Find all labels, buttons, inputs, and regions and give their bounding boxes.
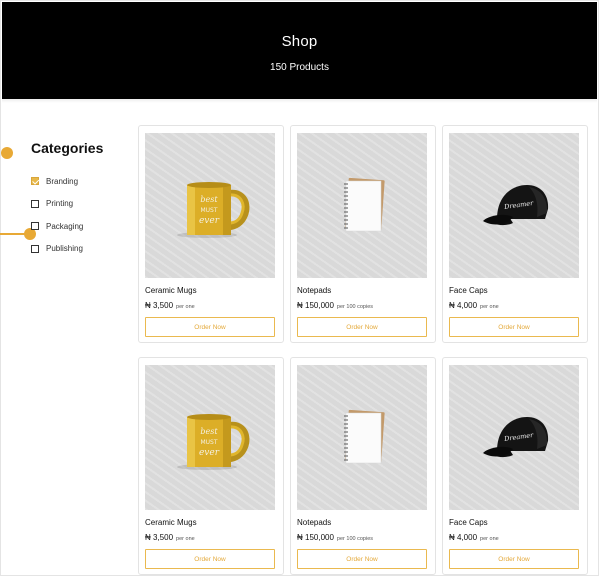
- product-name: Notepads: [297, 286, 332, 295]
- categories-heading: Categories: [31, 140, 104, 156]
- price-unit: per one: [480, 536, 499, 542]
- price-unit: per one: [176, 304, 195, 310]
- product-card: Notepads ₦ 150,000 per 100 copies Order …: [290, 125, 436, 343]
- mug-image: best MUST ever: [145, 133, 275, 278]
- price-row: ₦ 150,000 per 100 copies: [297, 533, 373, 542]
- category-label: Publishing: [46, 244, 83, 254]
- checkbox-checked[interactable]: [31, 177, 39, 186]
- svg-text:best: best: [200, 195, 218, 204]
- cap-image: Dreamer: [449, 133, 579, 278]
- svg-text:MUST: MUST: [200, 439, 217, 446]
- product-card: best MUST ever Ceramic Mugs ₦ 3,500 per …: [138, 357, 284, 575]
- price-row: ₦ 4,000 per one: [449, 301, 499, 310]
- order-now-button[interactable]: Order Now: [145, 549, 275, 569]
- price-unit: per 100 copies: [336, 536, 374, 542]
- header-shadow: [2, 99, 597, 103]
- price-unit: per 100 copies: [336, 304, 374, 310]
- price-row: ₦ 3,500 per one: [145, 533, 195, 542]
- category-sidebar: Categories Branding Printing Packaging P…: [31, 140, 131, 260]
- notepad-image: [297, 133, 427, 278]
- checkbox[interactable]: [31, 244, 39, 253]
- product-card: Dreamer Face Caps ₦ 4,000 per one Order …: [442, 125, 588, 343]
- product-card: Dreamer Face Caps ₦ 4,000 per one Order …: [442, 357, 588, 575]
- product-price: ₦ 3,500: [145, 533, 174, 542]
- checkbox[interactable]: [31, 199, 39, 208]
- product-price: ₦ 4,000: [449, 533, 478, 542]
- product-count: 150 Products: [270, 62, 329, 73]
- product-name: Ceramic Mugs: [145, 286, 197, 295]
- product-price: ₦ 150,000: [297, 301, 334, 310]
- order-now-button[interactable]: Order Now: [297, 317, 427, 337]
- category-printing[interactable]: Printing: [31, 193, 131, 216]
- product-price: ₦ 150,000: [297, 533, 334, 542]
- checkbox[interactable]: [31, 222, 39, 231]
- category-label: Branding: [46, 176, 79, 186]
- price-unit: per one: [480, 304, 499, 310]
- product-card: best MUST ever Ceramic Mugs ₦ 3,500 per …: [138, 125, 284, 343]
- price-row: ₦ 150,000 per 100 copies: [297, 301, 373, 310]
- price-row: ₦ 3,500 per one: [145, 301, 195, 310]
- svg-text:ever: ever: [199, 216, 220, 226]
- price-row: ₦ 4,000 per one: [449, 533, 499, 542]
- svg-text:ever: ever: [199, 448, 220, 458]
- product-price: ₦ 3,500: [145, 301, 174, 310]
- category-label: Packaging: [46, 221, 84, 231]
- category-branding[interactable]: Branding: [31, 170, 131, 193]
- order-now-button[interactable]: Order Now: [297, 549, 427, 569]
- category-packaging[interactable]: Packaging: [31, 215, 131, 238]
- order-now-button[interactable]: Order Now: [449, 549, 579, 569]
- product-name: Face Caps: [449, 286, 488, 295]
- notepad-image: [297, 365, 427, 510]
- product-name: Ceramic Mugs: [145, 518, 197, 527]
- product-name: Notepads: [297, 518, 332, 527]
- shop-header: Shop 150 Products: [2, 2, 597, 99]
- cap-image: Dreamer: [449, 365, 579, 510]
- product-price: ₦ 4,000: [449, 301, 478, 310]
- category-label: Printing: [46, 199, 74, 209]
- page-title: Shop: [281, 33, 318, 50]
- mug-image: best MUST ever: [145, 365, 275, 510]
- price-unit: per one: [176, 536, 195, 542]
- decorative-dot: [1, 147, 13, 159]
- order-now-button[interactable]: Order Now: [449, 317, 579, 337]
- product-card: Notepads ₦ 150,000 per 100 copies Order …: [290, 357, 436, 575]
- category-publishing[interactable]: Publishing: [31, 238, 131, 261]
- product-name: Face Caps: [449, 518, 488, 527]
- order-now-button[interactable]: Order Now: [145, 317, 275, 337]
- svg-text:best: best: [200, 427, 218, 436]
- svg-text:MUST: MUST: [200, 207, 217, 214]
